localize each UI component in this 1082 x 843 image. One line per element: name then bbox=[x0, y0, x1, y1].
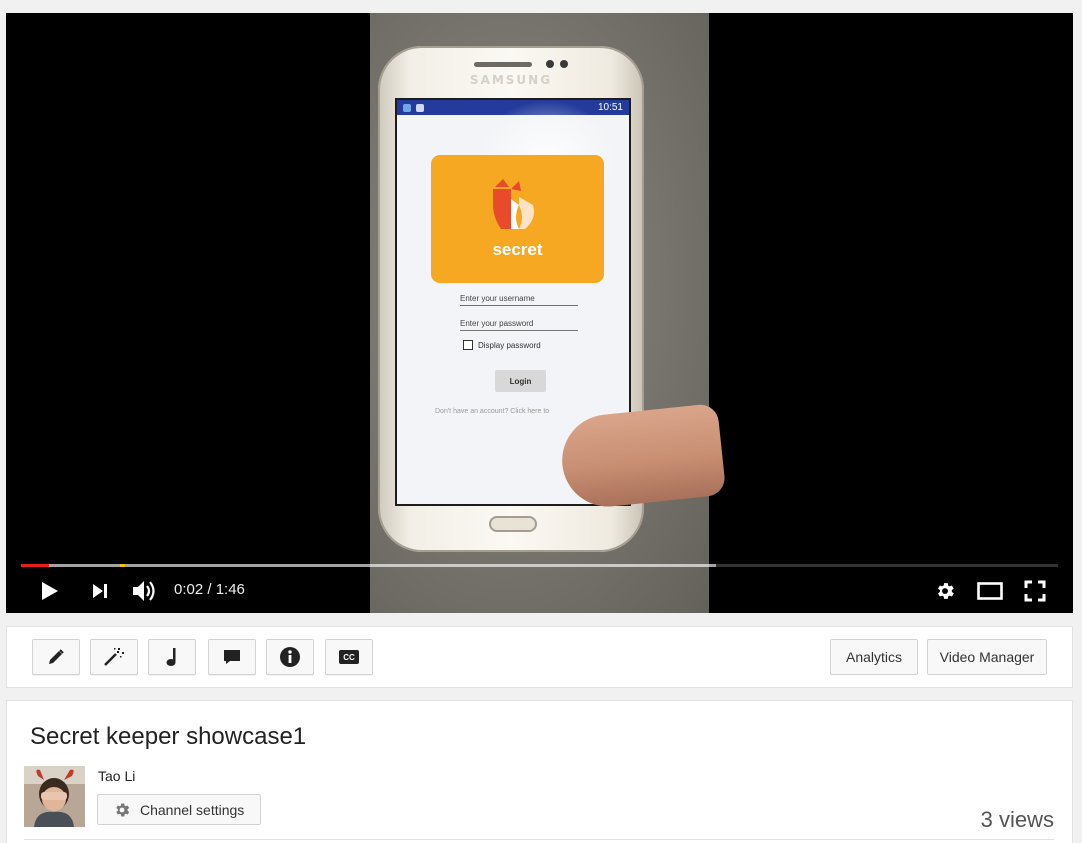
comment-icon bbox=[224, 650, 240, 664]
cc-icon-text: CC bbox=[343, 652, 355, 662]
play-button[interactable] bbox=[36, 579, 64, 603]
username-field: Enter your username bbox=[460, 294, 578, 306]
next-button[interactable] bbox=[88, 580, 112, 602]
phone-speaker bbox=[474, 62, 532, 67]
fullscreen-button[interactable] bbox=[1022, 579, 1048, 603]
volume-button[interactable] bbox=[130, 579, 160, 603]
video-manager-button[interactable]: Video Manager bbox=[927, 639, 1047, 675]
theater-mode-icon bbox=[977, 582, 1003, 600]
phone-sensor bbox=[560, 60, 568, 68]
avatar[interactable] bbox=[24, 766, 85, 827]
display-password-label: Display password bbox=[478, 340, 541, 350]
annotations-button[interactable] bbox=[208, 639, 256, 675]
phone-brand: SAMSUNG bbox=[469, 73, 553, 87]
settings-button[interactable] bbox=[932, 579, 958, 603]
display-password-checkbox: Display password bbox=[463, 340, 541, 350]
time-display: 0:02 / 1:46 bbox=[174, 581, 245, 598]
fullscreen-icon bbox=[1024, 580, 1046, 602]
video-tools-toolbar: CC Analytics Video Manager bbox=[6, 626, 1073, 688]
gear-icon bbox=[116, 803, 130, 816]
music-note-icon bbox=[166, 648, 176, 666]
phone-home-button bbox=[489, 516, 537, 532]
volume-icon bbox=[133, 581, 155, 601]
cc-icon: CC bbox=[339, 650, 359, 664]
audio-button[interactable] bbox=[148, 639, 196, 675]
magic-wand-icon bbox=[104, 648, 124, 666]
notification-icon bbox=[416, 103, 424, 112]
view-count: 3 views bbox=[980, 807, 1054, 832]
pencil-icon bbox=[49, 649, 64, 664]
checkbox-box bbox=[463, 340, 473, 350]
video-player[interactable]: SAMSUNG 10:51 secret bbox=[6, 13, 1073, 613]
ad-marker bbox=[119, 564, 125, 567]
played-bar bbox=[21, 564, 49, 567]
fox-logo-icon bbox=[493, 179, 534, 229]
info-icon bbox=[280, 647, 300, 667]
theater-mode-button[interactable] bbox=[976, 580, 1004, 602]
notification-icon bbox=[403, 103, 411, 112]
channel-settings-label: Channel settings bbox=[140, 801, 245, 818]
phone-camera bbox=[546, 60, 554, 68]
enhancements-button[interactable] bbox=[90, 639, 138, 675]
play-icon bbox=[42, 582, 58, 600]
info-button[interactable] bbox=[266, 639, 314, 675]
edit-button[interactable] bbox=[32, 639, 80, 675]
settings-gear-icon bbox=[938, 583, 954, 599]
channel-owner-name[interactable]: Tao Li bbox=[98, 768, 135, 784]
progress-bar[interactable] bbox=[21, 564, 1058, 567]
video-info-card: Secret keeper showcase1 Tao Li Channel s… bbox=[6, 700, 1073, 843]
next-icon bbox=[93, 584, 107, 598]
video-frame: SAMSUNG 10:51 secret bbox=[370, 13, 727, 613]
subtitles-button[interactable]: CC bbox=[325, 639, 373, 675]
login-button: Login bbox=[495, 370, 546, 392]
divider bbox=[24, 839, 1054, 840]
password-field: Enter your password bbox=[460, 319, 578, 331]
signup-text: Don't have an account? Click here to bbox=[435, 408, 550, 415]
video-title: Secret keeper showcase1 bbox=[30, 723, 307, 750]
channel-settings-button[interactable]: Channel settings bbox=[97, 794, 261, 825]
app-logo-card: secret bbox=[431, 155, 604, 283]
app-logo-text: secret bbox=[492, 240, 543, 259]
avatar-image bbox=[24, 766, 85, 827]
analytics-button[interactable]: Analytics bbox=[830, 639, 918, 675]
buffered-bar bbox=[21, 564, 716, 567]
